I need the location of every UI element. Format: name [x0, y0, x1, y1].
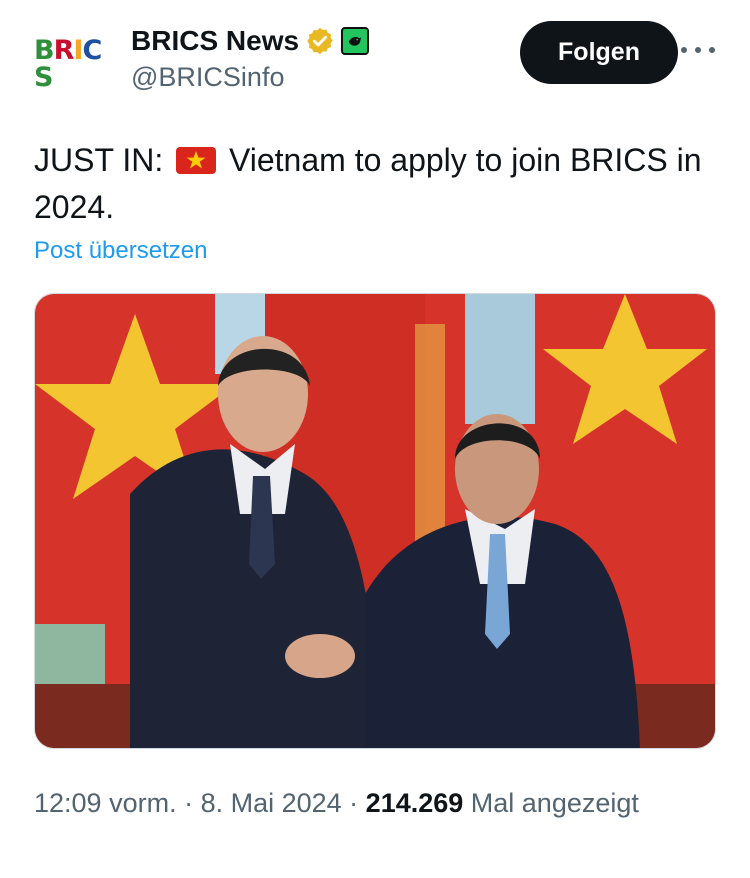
more-horizontal-icon[interactable]	[681, 40, 715, 60]
avatar[interactable]: BRICS	[34, 24, 114, 104]
more-dot	[681, 47, 687, 53]
logo-letter-r: R	[53, 35, 75, 66]
display-name[interactable]: BRICS News	[131, 25, 299, 57]
tweet-meta: 12:09 vorm. · 8. Mai 2024 · 214.269 Mal …	[34, 783, 724, 823]
photo-handshake	[35, 294, 715, 748]
follow-button[interactable]: Folgen	[520, 21, 678, 84]
tweet-text: JUST IN: Vietnam to apply to join BRICS …	[34, 137, 724, 231]
account-handle[interactable]: @BRICSinfo	[131, 62, 284, 93]
name-row: BRICS News	[131, 24, 370, 58]
more-dot	[695, 47, 701, 53]
tweet-date[interactable]: 8. Mai 2024	[201, 788, 342, 818]
meta-separator: ·	[341, 788, 366, 818]
view-count: 214.269	[365, 788, 464, 818]
star-icon	[186, 151, 206, 169]
meta-separator: ·	[176, 788, 201, 818]
logo-letter-s: S	[34, 62, 53, 93]
logo-letter-i: I	[73, 35, 83, 66]
brics-logo: BRICS	[34, 37, 114, 91]
tweet-photo[interactable]	[34, 293, 716, 749]
logo-letter-b: B	[34, 35, 55, 66]
verified-badge-icon[interactable]	[305, 26, 335, 56]
more-dot	[709, 47, 715, 53]
affiliate-badge-icon[interactable]	[341, 27, 370, 55]
tweet-text-prefix: JUST IN:	[34, 142, 173, 178]
tweet-time[interactable]: 12:09 vorm.	[34, 788, 177, 818]
vietnam-flag-icon	[176, 147, 217, 174]
tweet-header: BRICS BRICS News @BRICSinfo Folgen	[0, 0, 750, 120]
view-count-label: Mal angezeigt	[463, 788, 639, 818]
translate-post-link[interactable]: Post übersetzen	[34, 237, 207, 265]
logo-letter-c: C	[82, 35, 102, 66]
bird-icon	[348, 37, 362, 46]
